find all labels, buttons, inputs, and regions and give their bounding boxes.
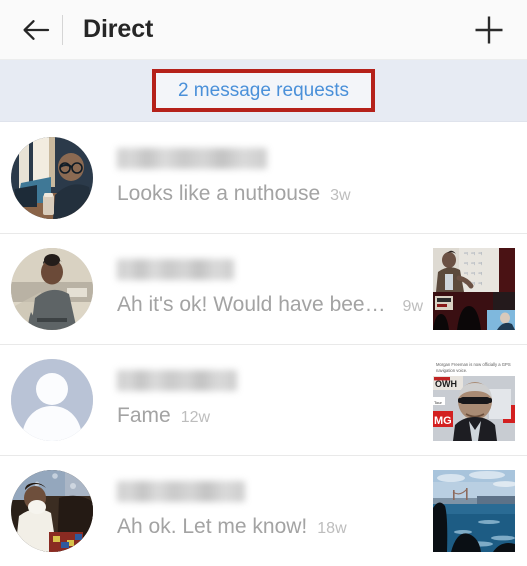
svg-text:navigation voice.: navigation voice.: [436, 368, 467, 373]
message-timestamp: 3w: [330, 187, 351, 205]
avatar[interactable]: [11, 469, 93, 552]
message-preview-text: Ah ok. Let me know!: [117, 515, 308, 539]
message-preview-text: Ah it's ok! Would have been…: [117, 293, 393, 317]
message-requests-highlight-box[interactable]: 2 message requests: [151, 68, 376, 113]
page-title: Direct: [83, 15, 154, 43]
svg-text:Tour: Tour: [434, 400, 442, 405]
message-requests-banner: 2 message requests: [0, 60, 527, 122]
table-row[interactable]: Looks like a nuthouse 3w: [0, 122, 527, 233]
username-redacted: [117, 259, 234, 281]
table-row[interactable]: Fame 12w Morgan Freeman is now officiall…: [0, 344, 527, 455]
avatar-photo-person-at-desk: [11, 136, 93, 219]
avatar[interactable]: [11, 247, 93, 330]
thumbnail-video-collage-podium: ㅋ ㅋ ㅋ ㅋ ㅋ ㅋ ㅋ ㅋ ㅋ ㅋ ㅋ ㅋ: [433, 247, 515, 330]
message-thumbnail[interactable]: Morgan Freeman is now officially a GPS n…: [433, 358, 515, 441]
svg-text:ㅋ ㅋ ㅋ: ㅋ ㅋ ㅋ: [463, 272, 483, 278]
message-timestamp: 18w: [317, 520, 347, 538]
message-preview-line: Ah it's ok! Would have been… 9w: [117, 293, 423, 317]
message-preview-line: Ah ok. Let me know! 18w: [117, 515, 423, 539]
svg-text:ㅋ ㅋ ㅋ: ㅋ ㅋ ㅋ: [463, 262, 483, 268]
message-preview-line: Fame 12w: [117, 404, 423, 428]
message-thumbnail[interactable]: ㅋ ㅋ ㅋ ㅋ ㅋ ㅋ ㅋ ㅋ ㅋ ㅋ ㅋ ㅋ: [433, 247, 515, 330]
avatar-default-silhouette-icon: [11, 358, 93, 441]
thumbnail-article-card-portrait: Morgan Freeman is now officially a GPS n…: [433, 358, 515, 441]
message-preview-text: Looks like a nuthouse: [117, 182, 321, 206]
back-arrow-icon: [21, 16, 51, 44]
message-preview-text: Fame: [117, 404, 171, 428]
table-row[interactable]: Ah ok. Let me know! 18w: [0, 455, 527, 566]
thread-text-block: Fame 12w: [93, 370, 433, 428]
svg-text:ㅋ ㅋ ㅋ: ㅋ ㅋ ㅋ: [463, 252, 483, 258]
back-button[interactable]: [14, 8, 58, 52]
app-bar-divider: [62, 14, 63, 45]
username-redacted: [117, 370, 237, 392]
svg-text:Morgan Freeman is now official: Morgan Freeman is now officially a GPS: [436, 362, 511, 367]
avatar-photo-child-indoors: [11, 469, 93, 552]
message-timestamp: 12w: [180, 409, 211, 427]
avatar[interactable]: [11, 136, 93, 219]
username-redacted: [117, 148, 267, 170]
avatar[interactable]: [11, 358, 93, 441]
message-thumbnail[interactable]: [433, 469, 515, 552]
conversation-list: Looks like a nuthouse 3w Ah it's ok! Wou…: [0, 122, 527, 566]
thumbnail-photo-bay-bridge: [433, 469, 515, 552]
svg-text:OWH: OWH: [435, 379, 457, 389]
thread-text-block: Ah ok. Let me know! 18w: [93, 481, 433, 539]
username-redacted: [117, 481, 245, 503]
thread-text-block: Looks like a nuthouse 3w: [93, 148, 433, 206]
new-message-button[interactable]: [469, 10, 509, 50]
message-preview-line: Looks like a nuthouse 3w: [117, 182, 423, 206]
thread-text-block: Ah it's ok! Would have been… 9w: [93, 259, 433, 317]
app-bar: Direct: [0, 0, 527, 60]
table-row[interactable]: Ah it's ok! Would have been… 9w ㅋ ㅋ ㅋ ㅋ …: [0, 233, 527, 344]
plus-icon: [472, 13, 506, 47]
avatar-photo-person-outdoors: [11, 247, 93, 330]
svg-text:MG: MG: [434, 415, 452, 427]
message-timestamp: 9w: [402, 298, 423, 316]
message-requests-link[interactable]: 2 message requests: [178, 80, 349, 102]
